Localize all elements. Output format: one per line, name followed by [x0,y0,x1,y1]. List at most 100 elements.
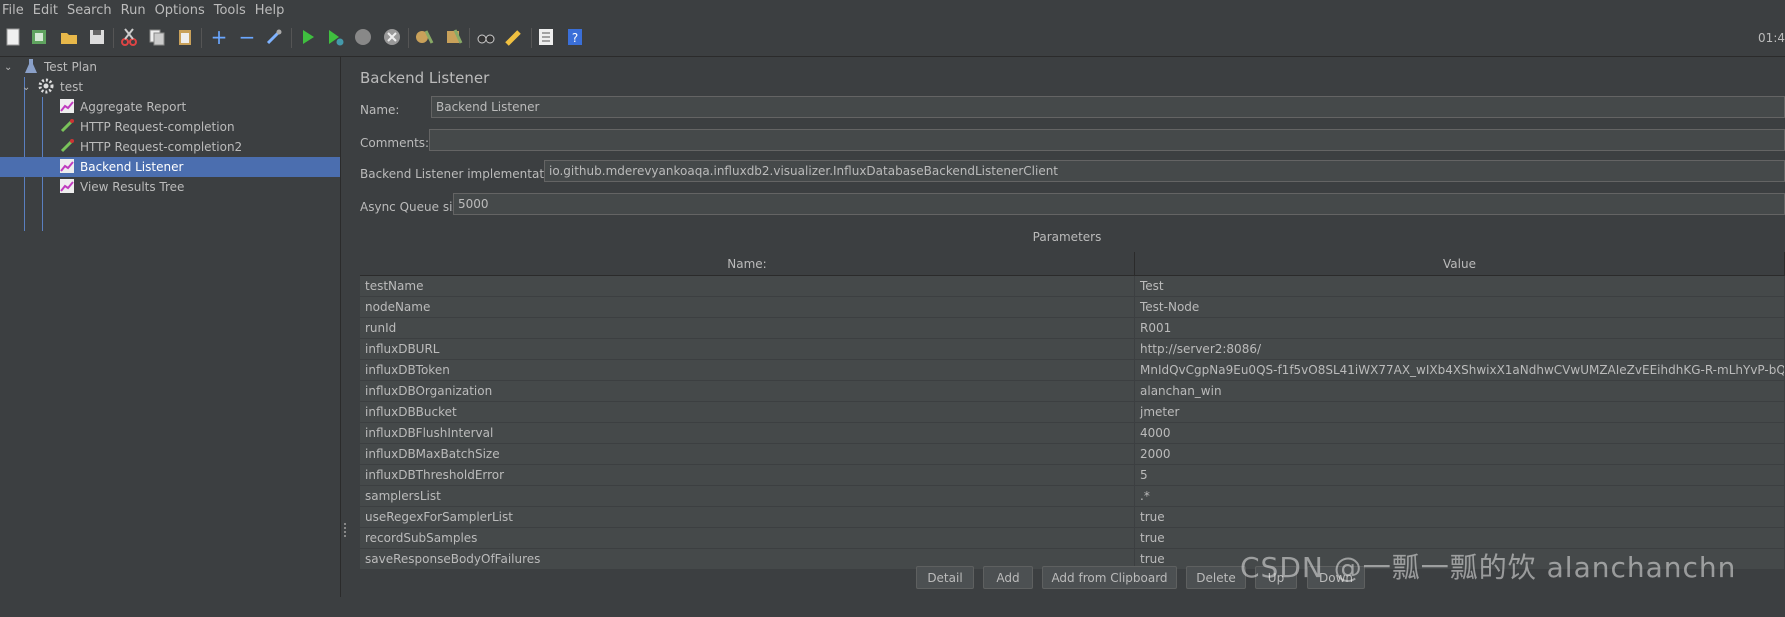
reset-search-icon[interactable] [503,26,525,48]
implementation-label: Backend Listener implementation [360,167,563,181]
param-value[interactable]: R001 [1135,318,1785,338]
menu-file[interactable]: File [0,3,31,18]
templates-icon[interactable] [28,26,50,48]
menu-edit[interactable]: Edit [31,3,65,18]
param-name[interactable]: influxDBToken [360,360,1135,380]
implementation-select[interactable]: io.github.mderevyankoaqa.influxdb2.visua… [544,160,1785,182]
start-icon[interactable] [297,26,319,48]
backend-listener-panel: Backend Listener Name: Backend Listener … [349,57,1785,597]
param-value[interactable]: 2000 [1135,444,1785,464]
param-name[interactable]: influxDBBucket [360,402,1135,422]
tree-node-backend-listener[interactable]: Backend Listener [0,157,340,177]
delete-button[interactable]: Delete [1186,566,1246,589]
chevron-down-icon[interactable]: ⌄ [22,82,34,93]
svg-text:?: ? [572,31,578,45]
table-row[interactable]: influxDBToken MnIdQvCgpNa9Eu0QS-f1f5vO8SL… [360,360,1785,381]
param-value[interactable]: MnIdQvCgpNa9Eu0QS-f1f5vO8SL41iWX77AX_wIX… [1135,360,1785,380]
tree-node-http-request-2[interactable]: HTTP Request-completion2 [0,137,340,157]
tree-node-aggregate-report[interactable]: Aggregate Report [0,97,340,117]
param-name[interactable]: influxDBMaxBatchSize [360,444,1135,464]
save-icon[interactable] [86,26,108,48]
menu-run[interactable]: Run [119,3,153,18]
page-title: Backend Listener [360,69,490,87]
param-name[interactable]: runId [360,318,1135,338]
table-row[interactable]: influxDBMaxBatchSize 2000 [360,444,1785,465]
chevron-down-icon[interactable]: ⌄ [4,62,16,73]
param-name[interactable]: influxDBOrganization [360,381,1135,401]
param-name[interactable]: useRegexForSamplerList [360,507,1135,527]
add-from-clipboard-button[interactable]: Add from Clipboard [1042,566,1177,589]
param-name[interactable]: samplersList [360,486,1135,506]
table-row[interactable]: useRegexForSamplerList true [360,507,1785,528]
watermark: CSDN @一瓢一瓢的饮 alanchanchn [1240,551,1737,584]
tree-node-http-request-1[interactable]: HTTP Request-completion [0,117,340,137]
param-value[interactable]: Test [1135,276,1785,296]
column-header-name[interactable]: Name: [360,252,1135,275]
split-pane-divider[interactable] [341,57,349,597]
stop-icon[interactable] [352,26,374,48]
param-value[interactable]: alanchan_win [1135,381,1785,401]
chart-icon [60,158,74,176]
toggle-icon[interactable] [263,26,285,48]
clear-all-icon[interactable] [442,26,464,48]
table-row[interactable]: influxDBURL http://server2:8086/ [360,339,1785,360]
param-name[interactable]: influxDBURL [360,339,1135,359]
shutdown-icon[interactable] [381,26,403,48]
name-field[interactable]: Backend Listener [431,96,1785,118]
param-name[interactable]: testName [360,276,1135,296]
table-row[interactable]: influxDBFlushInterval 4000 [360,423,1785,444]
table-row[interactable]: nodeName Test-Node [360,297,1785,318]
tree-node-test-plan[interactable]: ⌄ Test Plan [0,57,340,77]
table-row[interactable]: runId R001 [360,318,1785,339]
function-helper-icon[interactable] [535,26,557,48]
table-row[interactable]: samplersList .* [360,486,1785,507]
flask-icon [24,58,38,77]
detail-button[interactable]: Detail [916,566,974,589]
param-value[interactable]: .* [1135,486,1785,506]
param-value[interactable]: true [1135,528,1785,548]
search-icon[interactable] [475,26,497,48]
paste-icon[interactable] [174,26,196,48]
param-value[interactable]: http://server2:8086/ [1135,339,1785,359]
table-row[interactable]: influxDBOrganization alanchan_win [360,381,1785,402]
add-button[interactable]: Add [983,566,1033,589]
queue-size-label: Async Queue size [360,200,467,214]
param-value[interactable]: 5 [1135,465,1785,485]
menu-help[interactable]: Help [253,3,292,18]
table-row[interactable]: influxDBBucket jmeter [360,402,1785,423]
table-row[interactable]: testName Test [360,276,1785,297]
tree-node-view-results-tree[interactable]: View Results Tree [0,177,340,197]
copy-icon[interactable] [146,26,168,48]
open-icon[interactable] [58,26,80,48]
clear-icon[interactable] [413,26,435,48]
new-icon[interactable] [2,26,24,48]
chart-icon [60,98,74,116]
tree-node-thread-group[interactable]: ⌄ test [0,77,340,97]
param-name[interactable]: recordSubSamples [360,528,1135,548]
table-row[interactable]: influxDBThresholdError 5 [360,465,1785,486]
param-name[interactable]: nodeName [360,297,1135,317]
param-name[interactable]: influxDBFlushInterval [360,423,1135,443]
column-header-value[interactable]: Value [1135,252,1785,275]
start-no-pauses-icon[interactable] [324,26,346,48]
menu-search[interactable]: Search [65,3,119,18]
queue-size-field[interactable]: 5000 [453,193,1785,215]
test-plan-tree: ⌄ Test Plan ⌄ test Aggregate Report HTTP… [0,57,341,597]
expand-icon[interactable]: + [208,25,230,49]
param-value[interactable]: true [1135,507,1785,527]
name-label: Name: [360,103,400,117]
collapse-icon[interactable]: − [236,25,258,49]
param-value[interactable]: Test-Node [1135,297,1785,317]
menu-tools[interactable]: Tools [212,3,253,18]
pipette-icon [60,118,74,136]
param-name[interactable]: influxDBThresholdError [360,465,1135,485]
splitter-grip-icon[interactable] [344,523,348,537]
param-value[interactable]: jmeter [1135,402,1785,422]
gear-icon [38,78,54,97]
menu-options[interactable]: Options [153,3,212,18]
param-value[interactable]: 4000 [1135,423,1785,443]
help-icon[interactable]: ? [564,26,586,48]
toolbar: + − ? 01:4 [0,20,1785,57]
cut-icon[interactable] [118,26,140,48]
comments-field[interactable] [429,129,1785,151]
